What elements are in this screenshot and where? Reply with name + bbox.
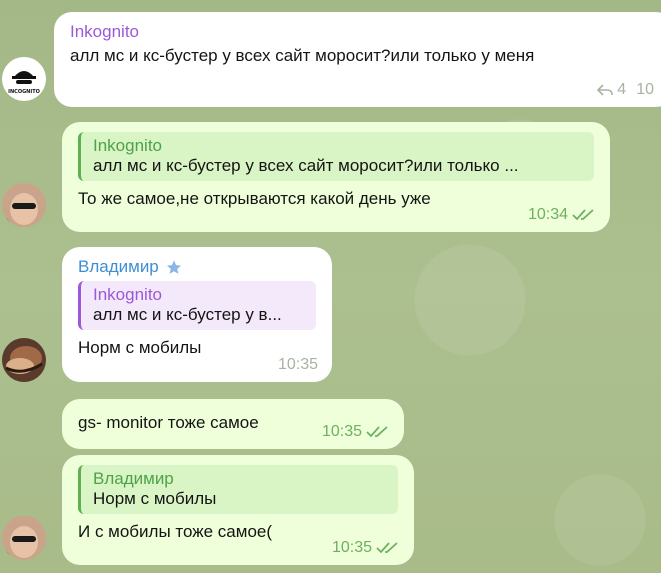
sender-name[interactable]: Владимир [78, 257, 316, 277]
quote-sender: Inkognito [93, 136, 162, 155]
avatar-inkognito[interactable]: INCOGNITO [2, 57, 46, 101]
reply-quote[interactable]: Inkognito алл мс и кс-бустер у всех сайт… [78, 132, 594, 181]
reply-icon [597, 84, 614, 96]
message-time: 10:35 [331, 539, 372, 556]
quote-text: алл мс и кс-бустер у в... [93, 305, 282, 324]
message-time: 10:34 [527, 206, 568, 223]
double-check-icon [366, 426, 388, 438]
avatar-user[interactable] [2, 516, 46, 560]
message-text: То же самое,не открываются какой день уж… [78, 189, 431, 208]
message-meta: 10:34 [528, 206, 596, 224]
message-text: алл мс и кс-бустер у всех сайт моросит?и… [70, 46, 535, 65]
message-bubble[interactable]: Владимир Норм с мобилы И с мобилы тоже с… [62, 455, 414, 565]
message-meta: 10:35 [278, 356, 318, 374]
message-meta: 10:35 [332, 539, 400, 557]
reply-quote[interactable]: Inkognito алл мс и кс-бустер у в... [78, 281, 316, 330]
message-meta: 4 10 [597, 81, 654, 99]
avatar-vladimir[interactable] [2, 338, 46, 382]
message-meta: 10:35 [322, 423, 390, 441]
message-bubble[interactable]: Inkognito алл мс и кс-бустер у всех сайт… [62, 122, 610, 232]
reply-count[interactable]: 4 [617, 81, 626, 99]
quote-sender: Inkognito [93, 285, 162, 304]
avatar-logo-text: INCOGNITO [8, 89, 40, 95]
double-check-icon [572, 209, 594, 221]
reply-quote[interactable]: Владимир Норм с мобилы [78, 465, 398, 514]
message-bubble[interactable]: Inkognito алл мс и кс-бустер у всех сайт… [54, 12, 661, 107]
message-text: Норм с мобилы [78, 338, 202, 357]
message-time: 10:35 [321, 423, 362, 440]
quote-sender: Владимир [93, 469, 174, 488]
quote-text: Норм с мобилы [93, 489, 217, 508]
message-bubble[interactable]: gs- monitor тоже самое 10:35 [62, 399, 404, 449]
double-check-icon [376, 542, 398, 554]
message-bubble[interactable]: Владимир Inkognito алл мс и кс-бустер у … [62, 247, 332, 382]
sender-name-label: Владимир [78, 257, 159, 276]
star-icon [166, 259, 181, 274]
message-time: 10:35 [277, 356, 318, 373]
sender-name[interactable]: Inkognito [70, 22, 658, 42]
avatar-user[interactable] [2, 183, 46, 227]
quote-text: алл мс и кс-бустер у всех сайт моросит?и… [93, 156, 519, 175]
message-time: 10 [636, 81, 654, 98]
